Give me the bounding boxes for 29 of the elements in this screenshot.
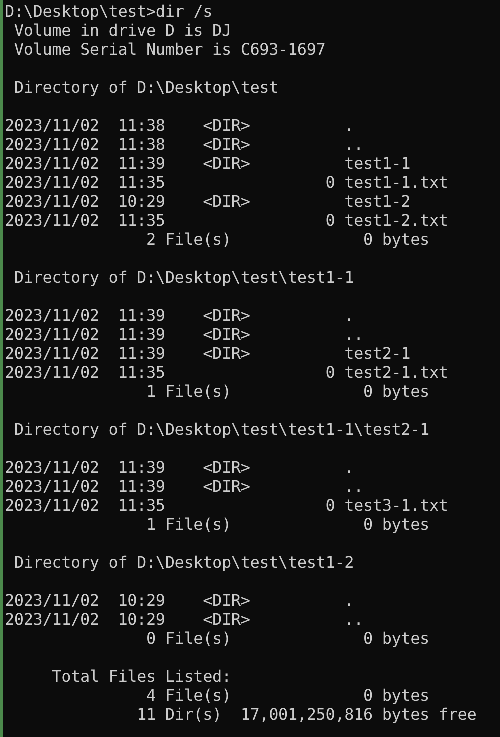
directory-summary: 1 File(s) 0 bytes xyxy=(145,515,430,534)
directory-heading: Directory of D:\Desktop\test\test1-1\test2-1 xyxy=(13,420,430,439)
directory-entry: 2023/11/02 11:39 <DIR> . xyxy=(5,458,354,477)
directory-entry: 2023/11/02 11:35 0 test3-1.txt xyxy=(5,496,448,515)
console-line: Volume in drive D is DJ xyxy=(13,21,232,40)
directory-entry: 2023/11/02 11:39 <DIR> test1-1 xyxy=(5,154,411,173)
directory-entry: 2023/11/02 10:29 <DIR> . xyxy=(5,591,354,610)
directory-heading: Directory of D:\Desktop\test\test1-1 xyxy=(13,268,354,287)
command-line: D:\Desktop\test>dir /s xyxy=(5,2,213,21)
directory-entry: 2023/11/02 11:38 <DIR> . xyxy=(5,116,354,135)
directory-summary: 1 File(s) 0 bytes xyxy=(145,382,430,401)
total-heading: Total Files Listed: xyxy=(51,667,232,686)
directory-heading: Directory of D:\Desktop\test xyxy=(13,78,279,97)
total-line: 4 File(s) 0 bytes xyxy=(145,686,430,705)
directory-entry: 2023/11/02 11:39 <DIR> .. xyxy=(5,477,364,496)
directory-entry: 2023/11/02 11:35 0 test1-2.txt xyxy=(5,211,448,230)
total-line: 11 Dir(s) 17,001,250,816 bytes free xyxy=(136,705,477,724)
directory-summary: 2 File(s) 0 bytes xyxy=(145,230,430,249)
directory-entry: 2023/11/02 11:39 <DIR> . xyxy=(5,306,354,325)
directory-entry: 2023/11/02 11:39 <DIR> .. xyxy=(5,325,364,344)
directory-heading: Directory of D:\Desktop\test\test1-2 xyxy=(13,553,354,572)
directory-entry: 2023/11/02 11:35 0 test2-1.txt xyxy=(5,363,448,382)
directory-entry: 2023/11/02 11:38 <DIR> .. xyxy=(5,135,364,154)
directory-entry: 2023/11/02 10:29 <DIR> test1-2 xyxy=(5,192,411,211)
directory-entry: 2023/11/02 10:29 <DIR> .. xyxy=(5,610,364,629)
directory-entry: 2023/11/02 11:39 <DIR> test2-1 xyxy=(5,344,411,363)
directory-entry: 2023/11/02 11:35 0 test1-1.txt xyxy=(5,173,448,192)
directory-summary: 0 File(s) 0 bytes xyxy=(145,629,430,648)
console-line: Volume Serial Number is C693-1697 xyxy=(13,40,326,59)
